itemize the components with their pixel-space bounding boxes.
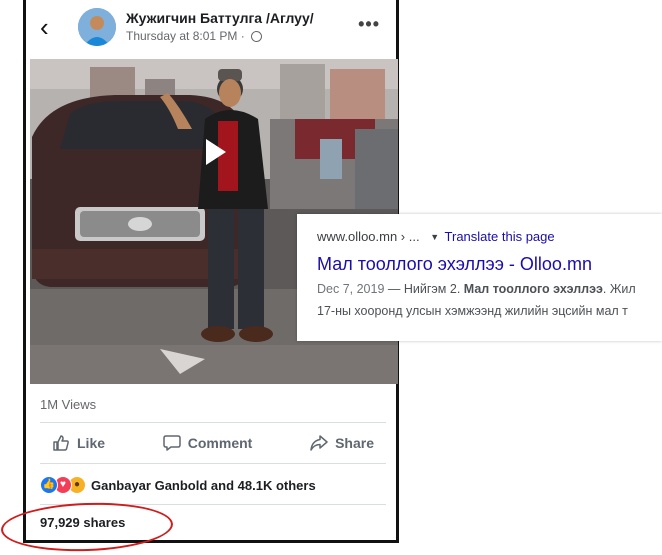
post-header: ‹ Жужигчин Баттулга /Аглуу/ Thursday at … xyxy=(26,0,396,56)
share-button[interactable]: Share xyxy=(298,434,386,452)
translate-link[interactable]: Translate this page xyxy=(445,229,555,244)
result-url-line: www.olloo.mn › ... ▼ Translate this page xyxy=(317,229,555,244)
comment-button[interactable]: Comment xyxy=(151,434,265,452)
comment-bubble-icon xyxy=(163,434,181,452)
action-bar: Like Comment Share xyxy=(40,424,386,462)
reactions-summary[interactable]: 👍 ♥ ● Ganbayar Ganbold and 48.1K others xyxy=(40,475,316,495)
post-timestamp[interactable]: Thursday at 8:01 PM xyxy=(126,29,237,43)
google-search-result: www.olloo.mn › ... ▼ Translate this page… xyxy=(297,214,662,341)
play-icon[interactable] xyxy=(206,139,226,165)
author-name[interactable]: Жужигчин Баттулга /Аглуу/ xyxy=(126,10,314,26)
result-title-link[interactable]: Мал тооллого эхэллээ - Olloo.mn xyxy=(317,254,592,275)
view-count: 1M Views xyxy=(40,397,97,412)
share-arrow-icon xyxy=(310,434,328,452)
meta-separator: · xyxy=(240,29,245,43)
snippet-separator: — Нийгэм 2. xyxy=(384,282,464,296)
author-avatar[interactable] xyxy=(78,8,116,46)
post-meta: Thursday at 8:01 PM · xyxy=(126,29,263,43)
dropdown-arrow-icon[interactable]: ▼ xyxy=(430,232,439,242)
share-label: Share xyxy=(335,435,374,451)
snippet-date: Dec 7, 2019 xyxy=(317,282,385,296)
like-icon: 👍 xyxy=(40,476,58,494)
snippet-bold: Мал тооллого эхэллээ xyxy=(463,282,603,296)
result-snippet-line-2: 17-ны хооронд улсын хэмжээнд жилийн эцси… xyxy=(317,304,628,318)
divider-bottom xyxy=(40,463,386,464)
comment-label: Comment xyxy=(187,435,253,451)
divider-top xyxy=(40,422,386,423)
reactions-text: Ganbayar Ganbold and 48.1K others xyxy=(91,477,316,493)
like-button[interactable]: Like xyxy=(40,434,117,452)
back-arrow-icon[interactable]: ‹ xyxy=(40,12,64,42)
globe-icon xyxy=(251,31,263,42)
more-options-icon[interactable]: ••• xyxy=(358,14,380,35)
like-label: Like xyxy=(77,435,106,451)
result-snippet-line-1: Dec 7, 2019 — Нийгэм 2. Мал тооллого эхэ… xyxy=(317,282,636,296)
snippet-rest: . Жил xyxy=(602,282,636,296)
thumbs-up-icon xyxy=(52,434,70,452)
result-url[interactable]: www.olloo.mn › ... xyxy=(317,229,420,244)
